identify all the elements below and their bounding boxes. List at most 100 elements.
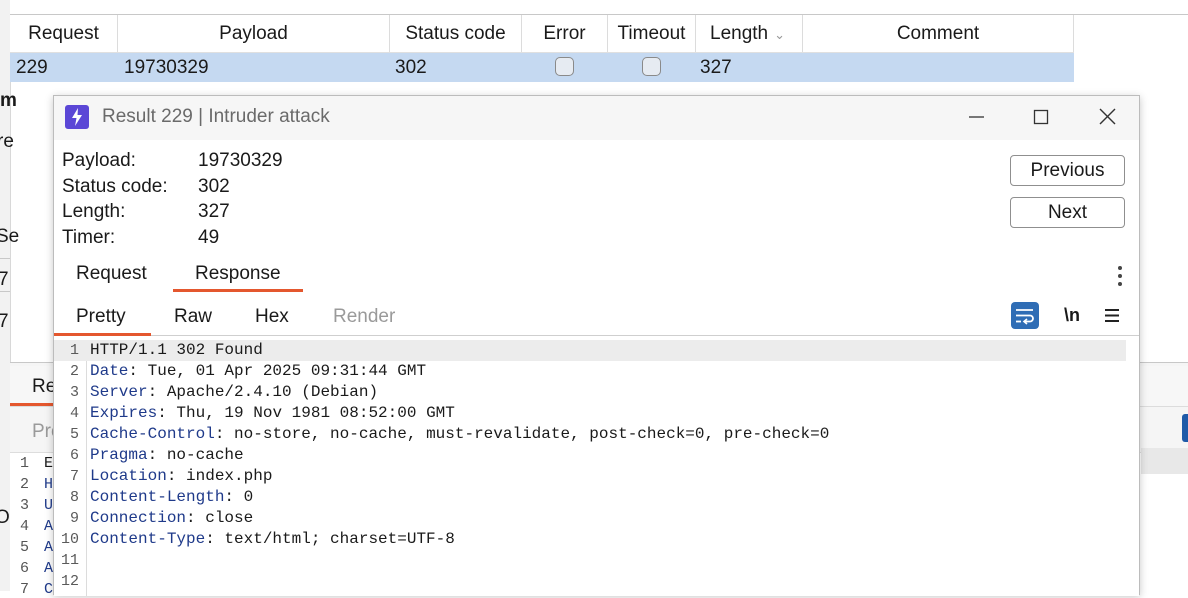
code-line[interactable]: 10 Content-Type: text/html; charset=UTF-8 [54, 529, 1126, 550]
column-header-length[interactable]: Length ⌄ [696, 15, 803, 52]
code-line[interactable]: 4 Expires: Thu, 19 Nov 1981 08:52:00 GMT [54, 403, 1126, 424]
show-newlines-toggle[interactable]: \n [1060, 302, 1084, 329]
bg-text-fragment: Se [0, 226, 20, 247]
bg-current-line-highlight [1141, 448, 1188, 474]
code-line[interactable]: 8 Content-Length: 0 [54, 487, 1126, 508]
line-text: Location: index.php [90, 466, 272, 487]
header-name: Location [90, 467, 167, 485]
code-line[interactable]: 9 Connection: close [54, 508, 1126, 529]
next-button[interactable]: Next [1010, 197, 1125, 228]
bg-line-number: 7 [20, 581, 30, 598]
info-label: Status code: [62, 175, 168, 197]
sort-chevron-down-icon: ⌄ [774, 27, 786, 42]
word-wrap-icon[interactable] [1011, 302, 1039, 329]
column-header-status-code[interactable]: Status code [390, 15, 522, 52]
header-value: : Tue, 01 Apr 2025 09:31:44 GMT [128, 362, 427, 380]
line-text: Date: Tue, 01 Apr 2025 09:31:44 GMT [90, 361, 426, 382]
maximize-button[interactable] [1020, 102, 1062, 132]
column-header-comment[interactable]: Comment [803, 15, 1074, 52]
bg-line-number: 5 [20, 539, 30, 556]
table-row-selected[interactable]: 229 19730329 302 327 [10, 53, 1074, 82]
bg-line-text: U [44, 497, 54, 514]
dialog-titlebar[interactable]: Result 229 | Intruder attack [54, 96, 1139, 140]
more-options-icon[interactable] [1116, 264, 1124, 288]
tab-request[interactable]: Request [76, 263, 147, 285]
line-number: 4 [69, 405, 79, 422]
line-text: Content-Type: text/html; charset=UTF-8 [90, 529, 455, 550]
code-line[interactable]: 7 Location: index.php [54, 466, 1126, 487]
line-number: 7 [69, 468, 79, 485]
active-subtab-indicator [54, 333, 151, 336]
header-name: Content-Length [90, 488, 225, 506]
line-text: HTTP/1.1 302 Found [90, 340, 263, 361]
cell-length: 327 [700, 57, 732, 78]
tab-raw[interactable]: Raw [174, 306, 212, 328]
bg-text-fragment: m [0, 90, 17, 111]
burp-app-icon [65, 105, 89, 129]
header-name: Date [90, 362, 129, 380]
line-number: 12 [60, 573, 79, 590]
divider [0, 291, 10, 292]
error-checkbox[interactable] [555, 57, 574, 76]
info-label: Length: [62, 201, 126, 223]
code-line[interactable]: 3 Server: Apache/2.4.10 (Debian) [54, 382, 1126, 403]
cell-status-code: 302 [395, 57, 427, 78]
bg-line-number: 1 [20, 455, 30, 472]
header-value: : no-store, no-cache, must-revalidate, p… [214, 425, 830, 443]
header-name: Connection [90, 509, 187, 527]
divider [0, 258, 10, 259]
hamburger-menu-icon[interactable] [1101, 302, 1123, 329]
code-line[interactable]: 12 [54, 571, 1126, 592]
header-value: : no-cache [147, 446, 244, 464]
header-value: HTTP/1.1 302 Found [90, 341, 263, 359]
bg-line-number: 3 [20, 497, 30, 514]
line-text: Cache-Control: no-store, no-cache, must-… [90, 424, 829, 445]
bg-text-fragment: 7 [0, 311, 9, 332]
view-mode-tabs: Pretty Raw Hex Render [54, 293, 1139, 336]
info-label: Payload: [62, 150, 136, 171]
header-name: Expires [90, 404, 158, 422]
previous-button[interactable]: Previous [1010, 155, 1125, 186]
tab-pretty[interactable]: Pretty [76, 306, 126, 328]
line-text: Connection: close [90, 508, 253, 529]
bg-line-number: 4 [20, 518, 30, 535]
code-line[interactable]: 1 HTTP/1.1 302 Found [54, 340, 1126, 361]
bg-line-text: E [44, 455, 54, 472]
column-header-timeout[interactable]: Timeout [608, 15, 696, 52]
close-button[interactable] [1086, 102, 1128, 132]
bg-text-fragment: 7 [0, 269, 9, 290]
minimize-button[interactable] [955, 102, 997, 132]
tab-hex[interactable]: Hex [255, 306, 289, 328]
info-value: 49 [198, 226, 220, 248]
result-dialog: Result 229 | Intruder attack Payload: 19… [53, 95, 1140, 596]
active-tab-indicator [173, 289, 303, 292]
bg-toolbar-button[interactable] [1182, 414, 1188, 442]
header-value: : index.php [166, 467, 273, 485]
code-line[interactable]: 5 Cache-Control: no-store, no-cache, must… [54, 424, 1126, 445]
line-number: 5 [69, 426, 79, 443]
bg-line-number: 6 [20, 560, 30, 577]
tab-render[interactable]: Render [333, 306, 395, 328]
cell-payload: 19730329 [124, 57, 209, 78]
bg-line-text: H [44, 476, 54, 493]
column-header-request[interactable]: Request [10, 15, 118, 52]
results-table-header: Request Payload Status code Error Timeou… [10, 15, 1074, 53]
code-line[interactable]: 2 Date: Tue, 01 Apr 2025 09:31:44 GMT [54, 361, 1126, 382]
code-line[interactable]: 6 Pragma: no-cache [54, 445, 1126, 466]
timeout-checkbox[interactable] [642, 57, 661, 76]
column-header-error[interactable]: Error [522, 15, 608, 52]
column-header-payload[interactable]: Payload [118, 15, 390, 52]
header-name: Server [90, 383, 148, 401]
tab-response[interactable]: Response [195, 263, 281, 285]
response-editor[interactable]: 1 HTTP/1.1 302 Found 2 Date: Tue, 01 Apr 2… [54, 340, 1139, 596]
line-text: Server: Apache/2.4.10 (Debian) [90, 382, 378, 403]
bg-line-text: A [44, 560, 54, 577]
header-value: : 0 [224, 488, 254, 506]
line-number: 10 [60, 531, 79, 548]
code-line[interactable]: 11 [54, 550, 1126, 571]
info-value: 19730329 [198, 150, 283, 171]
header-name: Pragma [90, 446, 148, 464]
bg-line-number: 2 [20, 476, 30, 493]
line-number: 9 [69, 510, 79, 527]
line-number: 2 [69, 363, 79, 380]
